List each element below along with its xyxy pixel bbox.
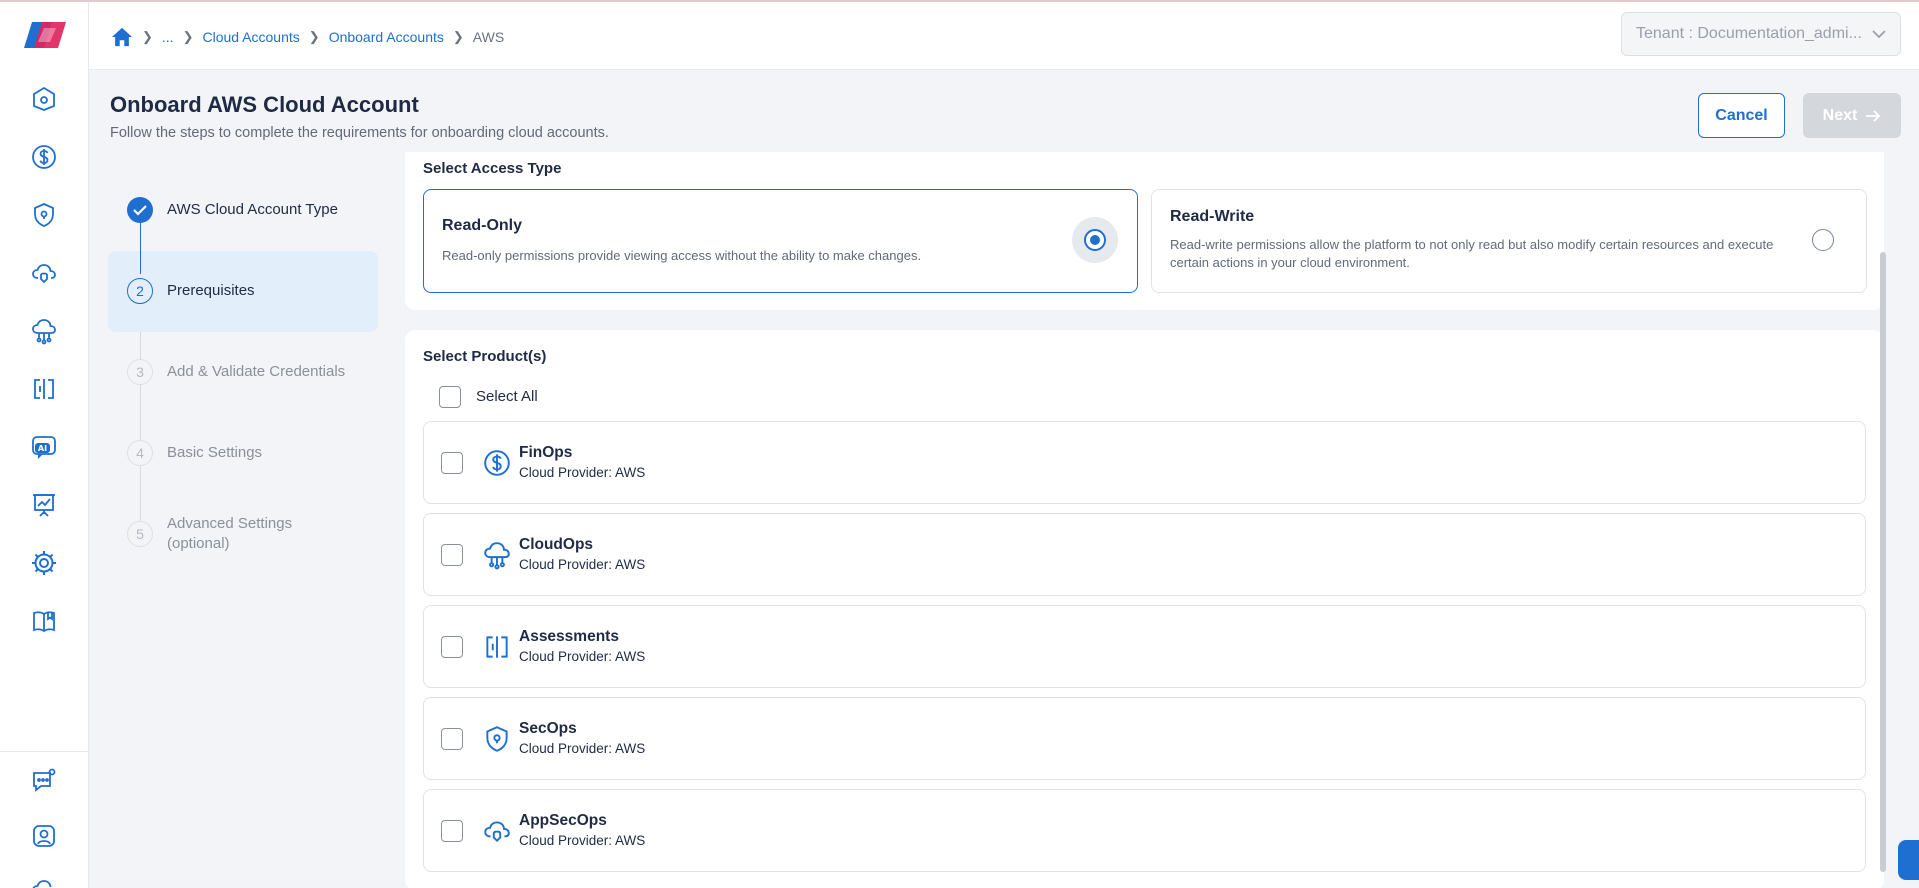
reports-nav-icon[interactable] bbox=[29, 490, 59, 520]
sidebar-divider bbox=[0, 751, 89, 752]
assessments-nav-icon[interactable] bbox=[29, 374, 59, 404]
chevron-down-icon bbox=[1872, 30, 1886, 39]
chat-launcher-button[interactable] bbox=[1898, 840, 1919, 880]
sidebar: AI bbox=[0, 2, 89, 888]
ai-nav-icon[interactable]: AI bbox=[29, 432, 59, 462]
step-3-number: 3 bbox=[127, 359, 153, 385]
appsecops-name: AppSecOps bbox=[519, 812, 607, 829]
dollar-icon bbox=[484, 450, 510, 476]
step-1-label[interactable]: AWS Cloud Account Type bbox=[167, 200, 338, 220]
step-3-label: Add & Validate Credentials bbox=[167, 363, 346, 380]
support-chat-icon[interactable] bbox=[29, 766, 59, 796]
cloud-network-icon bbox=[484, 542, 510, 570]
finops-checkbox[interactable] bbox=[441, 452, 463, 474]
documentation-book-icon[interactable] bbox=[29, 606, 59, 636]
secops-name: SecOps bbox=[519, 720, 577, 737]
page-subtitle: Follow the steps to complete the require… bbox=[110, 125, 609, 141]
read-write-radio[interactable] bbox=[1812, 229, 1834, 251]
assessments-provider: Cloud Provider: AWS bbox=[519, 649, 646, 664]
next-button-label: Next bbox=[1822, 106, 1858, 124]
cloudops-provider: Cloud Provider: AWS bbox=[519, 557, 646, 572]
breadcrumb: ❯ ... ❯ Cloud Accounts ❯ Onboard Account… bbox=[111, 26, 504, 48]
cloudops-nav-icon[interactable] bbox=[29, 316, 59, 346]
stepper-line-completed bbox=[140, 223, 141, 274]
main-scrollbar[interactable] bbox=[1880, 252, 1886, 872]
home-icon[interactable] bbox=[111, 26, 133, 48]
chevron-right-icon: ❯ bbox=[182, 29, 194, 44]
step-2-number: 2 bbox=[127, 278, 153, 304]
cloud-nav-icon[interactable] bbox=[29, 258, 59, 288]
step-5-number: 5 bbox=[127, 521, 153, 547]
appsecops-checkbox[interactable] bbox=[441, 820, 463, 842]
secops-checkbox[interactable] bbox=[441, 728, 463, 750]
read-only-option[interactable]: Read-Only Read-only permissions provide … bbox=[423, 189, 1138, 293]
read-only-title: Read-Only bbox=[442, 217, 523, 234]
assessments-name: Assessments bbox=[519, 628, 619, 645]
select-all-checkbox[interactable] bbox=[439, 386, 461, 408]
step-5-label: Advanced Settings (optional) bbox=[167, 515, 293, 552]
tenant-label: Tenant : Documentation_admi... bbox=[1636, 25, 1862, 42]
read-write-desc: Read-write permissions allow the platfor… bbox=[1170, 237, 1774, 270]
cloudops-name: CloudOps bbox=[519, 536, 594, 553]
step-4-number: 4 bbox=[127, 440, 153, 466]
breadcrumb-ellipsis[interactable]: ... bbox=[162, 29, 174, 45]
breadcrumb-current: AWS bbox=[472, 29, 505, 45]
assessments-checkbox[interactable] bbox=[441, 636, 463, 658]
svg-text:AI: AI bbox=[38, 444, 47, 453]
cloudops-checkbox[interactable] bbox=[441, 544, 463, 566]
step-2-label[interactable]: Prerequisites bbox=[167, 281, 255, 301]
read-only-radio[interactable] bbox=[1084, 229, 1106, 251]
settings-gear-icon[interactable] bbox=[29, 548, 59, 578]
chevron-right-icon: ❯ bbox=[142, 29, 153, 44]
product-row-appsecops[interactable]: AppSecOps Cloud Provider: AWS bbox=[423, 789, 1866, 872]
access-type-title: Select Access Type bbox=[423, 160, 562, 177]
next-button[interactable]: Next bbox=[1803, 93, 1901, 138]
products-title: Select Product(s) bbox=[423, 348, 547, 365]
arrow-right-icon bbox=[1866, 109, 1881, 122]
shield-icon bbox=[486, 726, 508, 752]
product-row-assessments[interactable]: Assessments Cloud Provider: AWS bbox=[423, 605, 1866, 688]
breadcrumb-cloud-accounts[interactable]: Cloud Accounts bbox=[202, 29, 299, 45]
top-bar: ❯ ... ❯ Cloud Accounts ❯ Onboard Account… bbox=[89, 2, 1919, 70]
read-write-title: Read-Write bbox=[1170, 208, 1255, 225]
brand-logo[interactable] bbox=[22, 20, 68, 50]
step-1-check-icon bbox=[127, 197, 153, 223]
cancel-button[interactable]: Cancel bbox=[1698, 93, 1785, 138]
read-only-desc: Read-only permissions provide viewing ac… bbox=[442, 248, 922, 263]
step-4-label: Basic Settings bbox=[167, 444, 263, 461]
product-row-secops[interactable]: SecOps Cloud Provider: AWS bbox=[423, 697, 1866, 780]
user-profile-icon[interactable] bbox=[29, 821, 59, 851]
secops-provider: Cloud Provider: AWS bbox=[519, 741, 646, 756]
chevron-right-icon: ❯ bbox=[308, 29, 320, 44]
product-row-cloudops[interactable]: CloudOps Cloud Provider: AWS bbox=[423, 513, 1866, 596]
breadcrumb-onboard-accounts[interactable]: Onboard Accounts bbox=[329, 29, 444, 45]
read-write-option[interactable]: Read-Write Read-write permissions allow … bbox=[1151, 189, 1867, 293]
finops-name: FinOps bbox=[519, 444, 573, 461]
assessment-icon bbox=[486, 636, 508, 658]
finops-provider: Cloud Provider: AWS bbox=[519, 465, 646, 480]
secops-nav-icon[interactable] bbox=[29, 200, 59, 230]
product-row-finops[interactable]: FinOps Cloud Provider: AWS bbox=[423, 421, 1866, 504]
chevron-right-icon: ❯ bbox=[452, 29, 464, 44]
finops-nav-icon[interactable] bbox=[29, 142, 59, 172]
page-title: Onboard AWS Cloud Account bbox=[110, 92, 419, 117]
cloud-shield-icon bbox=[484, 821, 510, 843]
cloud-status-icon[interactable] bbox=[29, 874, 59, 888]
home-nav-icon[interactable] bbox=[29, 84, 59, 114]
tenant-select[interactable]: Tenant : Documentation_admi... bbox=[1621, 12, 1901, 56]
appsecops-provider: Cloud Provider: AWS bbox=[519, 833, 646, 848]
select-all-label[interactable]: Select All bbox=[476, 388, 538, 405]
